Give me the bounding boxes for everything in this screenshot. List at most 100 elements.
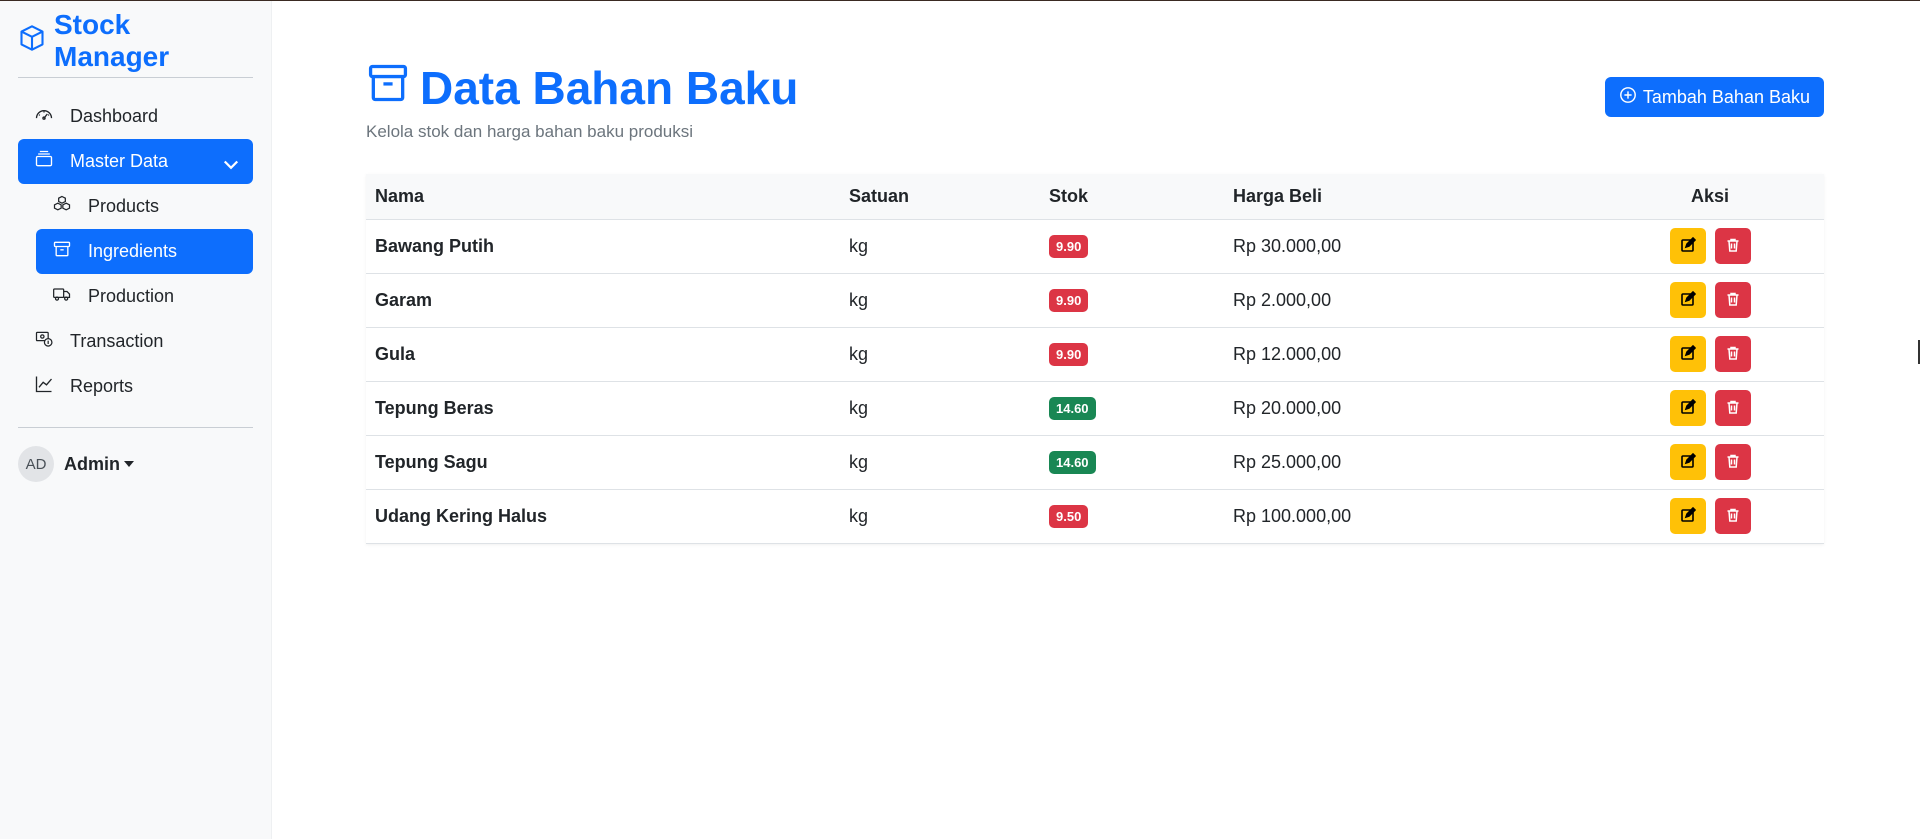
sidebar-item-label: Production <box>88 286 175 306</box>
column-header-name[interactable]: Nama <box>366 174 840 220</box>
table-header-row: Nama Satuan Stok Harga Beli Aksi <box>366 174 1824 220</box>
sidebar-item-label: Reports <box>70 376 134 396</box>
cell-name: Tepung Beras <box>366 381 840 436</box>
sidebar-item-production[interactable]: Production <box>36 274 253 319</box>
delete-button[interactable] <box>1714 228 1751 264</box>
box-icon <box>18 24 46 59</box>
sidebar-item-label: Transaction <box>70 331 164 351</box>
stack-icon <box>34 149 54 174</box>
page-header: Data Bahan Baku Kelola stok dan harga ba… <box>366 1 1824 142</box>
user-name-dropdown[interactable]: Admin <box>64 454 134 475</box>
plus-circle-icon <box>1619 86 1637 109</box>
trash-icon <box>1725 345 1741 364</box>
cell-stock: 9.50 <box>1040 489 1224 544</box>
column-header-price[interactable]: Harga Beli <box>1224 174 1596 220</box>
caret-down-icon <box>124 461 134 467</box>
sidebar-item-ingredients[interactable]: Ingredients <box>36 229 253 274</box>
sidebar-item-label: Ingredients <box>88 241 178 261</box>
page-title-text: Data Bahan Baku <box>420 61 799 114</box>
sidebar-item-label: Products <box>88 196 160 216</box>
cell-stock: 9.90 <box>1040 219 1224 274</box>
cell-actions <box>1596 273 1824 328</box>
avatar: AD <box>18 446 54 482</box>
delete-button[interactable] <box>1714 282 1751 318</box>
delete-button[interactable] <box>1714 498 1751 534</box>
pencil-square-icon <box>1680 290 1696 310</box>
sidebar-item-label: Master Data <box>70 151 169 171</box>
sidebar-item-reports[interactable]: Reports <box>18 364 253 409</box>
trash-icon <box>1725 291 1741 310</box>
brand[interactable]: Stock Manager <box>18 9 253 72</box>
sidebar-item-master-data[interactable]: Master Data <box>18 139 253 184</box>
cell-name: Gula <box>366 327 840 382</box>
cell-name: Bawang Putih <box>366 219 840 274</box>
cell-stock: 9.90 <box>1040 327 1224 382</box>
stock-badge: 9.90 <box>1049 288 1089 312</box>
column-header-unit[interactable]: Satuan <box>840 174 1040 220</box>
delete-button[interactable] <box>1714 336 1751 372</box>
archive-icon <box>366 61 410 114</box>
edit-button[interactable] <box>1669 444 1706 480</box>
pencil-square-icon <box>1680 344 1696 364</box>
trash-icon <box>1725 453 1741 472</box>
cell-price: Rp 12.000,00 <box>1224 327 1596 382</box>
cell-unit: kg <box>840 381 1040 436</box>
cell-unit: kg <box>840 489 1040 544</box>
column-header-stock[interactable]: Stok <box>1040 174 1224 220</box>
sidebar-item-dashboard[interactable]: Dashboard <box>18 94 253 139</box>
cell-actions <box>1596 489 1824 544</box>
cell-actions <box>1596 435 1824 490</box>
graph-up-icon <box>34 374 54 399</box>
cell-actions <box>1596 219 1824 274</box>
table-body: Bawang Putih kg 9.90 Rp 30.000,00 Garam kg 9.9… <box>366 219 1824 544</box>
delete-button[interactable] <box>1714 390 1751 426</box>
edit-button[interactable] <box>1669 336 1706 372</box>
pencil-square-icon <box>1680 236 1696 256</box>
cell-price: Rp 25.000,00 <box>1224 435 1596 490</box>
table-row: Udang Kering Halus kg 9.50 Rp 100.000,00 <box>366 489 1824 544</box>
trash-icon <box>1725 237 1741 256</box>
cell-price: Rp 100.000,00 <box>1224 489 1596 544</box>
cell-stock: 9.90 <box>1040 273 1224 328</box>
cell-actions <box>1596 327 1824 382</box>
sidebar-item-products[interactable]: Products <box>36 184 253 229</box>
pencil-square-icon <box>1680 506 1696 526</box>
main-content: Data Bahan Baku Kelola stok dan harga ba… <box>366 1 1824 544</box>
cell-unit: kg <box>840 435 1040 490</box>
page-subtitle: Kelola stok dan harga bahan baku produks… <box>366 122 694 141</box>
cell-name: Tepung Sagu <box>366 435 840 490</box>
add-ingredient-button[interactable]: Tambah Bahan Baku <box>1604 77 1824 117</box>
sidebar-divider <box>18 427 253 428</box>
stock-badge: 14.60 <box>1049 396 1096 420</box>
archive-icon <box>52 239 72 264</box>
cell-name: Garam <box>366 273 840 328</box>
cell-unit: kg <box>840 219 1040 274</box>
cell-unit: kg <box>840 273 1040 328</box>
edit-button[interactable] <box>1669 282 1706 318</box>
speedometer-icon <box>34 104 54 129</box>
add-ingredient-label: Tambah Bahan Baku <box>1642 86 1810 107</box>
edit-button[interactable] <box>1669 390 1706 426</box>
trash-icon <box>1725 507 1741 526</box>
cash-coin-icon <box>34 329 54 354</box>
stock-badge: 9.50 <box>1049 504 1089 528</box>
table-row: Tepung Beras kg 14.60 Rp 20.000,00 <box>366 381 1824 436</box>
edit-button[interactable] <box>1669 498 1706 534</box>
user-menu[interactable]: AD Admin <box>18 444 253 484</box>
boxes-icon <box>52 194 72 219</box>
brand-name: Stock Manager <box>54 9 170 72</box>
stock-badge: 14.60 <box>1049 450 1096 474</box>
chevron-down-icon <box>221 154 239 170</box>
column-header-actions: Aksi <box>1596 174 1824 220</box>
pencil-square-icon <box>1680 398 1696 418</box>
delete-button[interactable] <box>1714 444 1751 480</box>
sidebar-item-transaction[interactable]: Transaction <box>18 319 253 364</box>
cell-actions <box>1596 381 1824 436</box>
sidebar-divider <box>18 77 253 78</box>
ingredients-table: Nama Satuan Stok Harga Beli Aksi Bawang … <box>366 174 1824 544</box>
table-row: Gula kg 9.90 Rp 12.000,00 <box>366 327 1824 382</box>
trash-icon <box>1725 399 1741 418</box>
edit-button[interactable] <box>1669 228 1706 264</box>
sidebar-item-label: Dashboard <box>70 106 159 126</box>
table-row: Bawang Putih kg 9.90 Rp 30.000,00 <box>366 219 1824 274</box>
